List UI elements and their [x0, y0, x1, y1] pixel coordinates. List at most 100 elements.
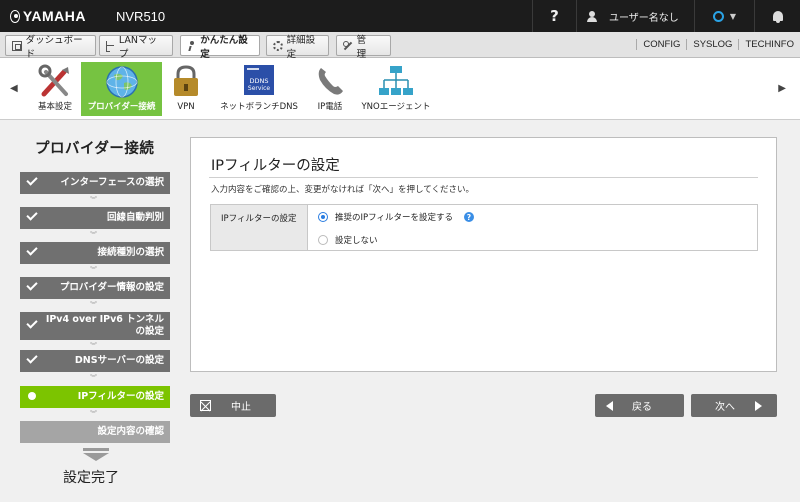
globe-icon — [105, 66, 138, 98]
radio-no-filter[interactable] — [318, 235, 328, 245]
wizard-basic-settings[interactable]: 基本設定 — [33, 62, 77, 116]
techinfo-link[interactable]: TECHINFO — [738, 39, 800, 50]
status-menu[interactable]: ▼ — [694, 0, 754, 32]
network-icon — [379, 66, 413, 95]
nav-dashboard[interactable]: ダッシュボード — [5, 35, 96, 60]
wizard-ip-phone[interactable]: IP電話 — [310, 62, 350, 116]
main-nav: ダッシュボード LANマップ かんたん設定 詳細設定 管 理 CONFIG SY… — [0, 32, 800, 60]
step-separator-icon: ︾ — [90, 196, 97, 204]
nav-management[interactable]: 管 理 — [336, 35, 391, 60]
nav-lan-map[interactable]: LANマップ — [99, 35, 173, 60]
step-label: IPv4 over IPv6 トンネル の設定 — [46, 312, 164, 340]
page-description: 入力内容をご確認の上、変更がなければ「次へ」を押してください。 — [211, 185, 474, 195]
step-interface-selection: インターフェースの選択 — [20, 172, 170, 194]
step-separator-icon: ︾ — [90, 301, 97, 309]
help-button[interactable]: ? — [532, 0, 576, 32]
step-label: プロバイダー情報の設定 — [59, 282, 164, 293]
model-name: NVR510 — [116, 8, 166, 24]
step-connection-type: 接続種別の選択 — [20, 242, 170, 264]
wizard-sidebar: プロバイダー接続 インターフェースの選択 ︾ 回線自動判別 ︾ 接続種別の選択 … — [0, 121, 178, 502]
wizard-basic-settings-label: 基本設定 — [37, 102, 72, 112]
nav-easy-setup-label: かんたん設定 — [200, 34, 248, 60]
lock-icon — [174, 65, 198, 96]
step-dns-server: DNSサーバーの設定 — [20, 350, 170, 372]
page-title: IPフィルターの設定 — [211, 158, 340, 174]
step-provider-info: プロバイダー情報の設定 — [20, 277, 170, 299]
checkmark-icon — [26, 352, 38, 364]
wizard-ip-phone-label: IP電話 — [317, 102, 343, 112]
nav-lan-map-label: LANマップ — [118, 34, 158, 60]
tools-icon — [38, 64, 69, 97]
step-label: インターフェースの選択 — [60, 177, 164, 188]
sidebar-title: プロバイダー接続 — [35, 141, 155, 157]
notification-button[interactable] — [754, 0, 800, 32]
user-menu[interactable]: ユーザー名なし — [576, 0, 694, 32]
cancel-button[interactable]: 中止 — [190, 394, 276, 417]
user-icon — [587, 10, 597, 22]
bell-icon — [772, 11, 783, 23]
nav-management-label: 管 理 — [356, 34, 376, 60]
option-no-filter-label: 設定しない — [335, 236, 378, 246]
cancel-icon — [200, 400, 211, 411]
next-button[interactable]: 次へ — [691, 394, 777, 417]
completion-label: 設定完了 — [63, 470, 119, 486]
top-bar: YAMAHA NVR510 ? ユーザー名なし ▼ — [0, 0, 800, 32]
wizard-vpn[interactable]: VPN — [168, 62, 204, 116]
next-arrow-icon — [755, 400, 762, 411]
user-name: ユーザー名なし — [609, 12, 679, 24]
yamaha-mark-icon — [10, 9, 20, 23]
step-separator-icon: ︾ — [90, 410, 97, 418]
step-separator-icon: ︾ — [90, 342, 97, 350]
option-recommended-filter[interactable]: 推奨のIPフィルターを設定する ? — [318, 211, 474, 223]
step-label: DNSサーバーの設定 — [74, 355, 164, 366]
option-no-filter[interactable]: 設定しない — [318, 234, 378, 246]
step-ipv4-over-ipv6: IPv4 over IPv6 トンネル の設定 — [20, 312, 170, 340]
wizard-provider-connection-label: プロバイダー接続 — [87, 102, 156, 112]
scroll-right-arrow-icon[interactable]: ▶ — [778, 83, 786, 94]
checkmark-icon — [26, 209, 38, 221]
down-arrow-icon — [83, 448, 109, 461]
current-step-dot-icon — [28, 392, 36, 400]
wizard-bar: ◀ 基本設定 プロバイダー接続 VPN DDNS Service ネットボランチ… — [0, 58, 800, 120]
wizard-yno-agent[interactable]: YNOエージェント — [358, 62, 434, 116]
cancel-button-label: 中止 — [231, 402, 251, 413]
lan-map-icon — [106, 40, 115, 52]
help-icon[interactable]: ? — [463, 212, 474, 222]
step-label-line1: IPv4 over IPv6 トンネル — [45, 314, 164, 325]
scroll-left-arrow-icon[interactable]: ◀ — [10, 83, 18, 94]
chevron-down-icon: ▼ — [729, 11, 737, 21]
option-recommended-filter-label: 推奨のIPフィルターを設定する — [335, 213, 453, 223]
title-divider — [209, 177, 758, 178]
ip-filter-form: IPフィルターの設定 推奨のIPフィルターを設定する ? 設定しない — [210, 204, 758, 251]
step-separator-icon: ︾ — [90, 231, 97, 239]
wizard-vpn-label: VPN — [177, 102, 195, 112]
step-confirm-settings: 設定内容の確認 — [20, 421, 170, 443]
gear-icon — [273, 40, 283, 51]
radio-recommended-filter[interactable] — [318, 212, 328, 222]
brand-name: YAMAHA — [22, 8, 86, 24]
wizard-yno-agent-label: YNOエージェント — [361, 102, 431, 112]
step-line-auto-detect: 回線自動判別 — [20, 207, 170, 229]
nav-advanced-settings[interactable]: 詳細設定 — [266, 35, 329, 60]
svg-text:Service: Service — [248, 85, 270, 92]
dashboard-icon — [12, 40, 22, 51]
back-button[interactable]: 戻る — [595, 394, 684, 417]
nav-easy-setup[interactable]: かんたん設定 — [180, 35, 260, 60]
svg-text:DDNS: DDNS — [250, 77, 269, 85]
step-separator-icon: ︾ — [90, 374, 97, 382]
status-ring-icon — [712, 10, 724, 22]
wizard-netvolante-dns[interactable]: DDNS Service ネットボランチDNS — [218, 62, 300, 116]
phone-icon — [318, 68, 343, 95]
config-link[interactable]: CONFIG — [636, 39, 686, 50]
step-label: IPフィルターの設定 — [77, 391, 164, 402]
wizard-provider-connection[interactable]: プロバイダー接続 — [81, 62, 162, 116]
step-label-line2: の設定 — [135, 326, 164, 337]
syslog-link[interactable]: SYSLOG — [686, 39, 738, 50]
wizard-netvolante-dns-label: ネットボランチDNS — [220, 102, 298, 112]
checkmark-icon — [26, 279, 38, 291]
nav-advanced-settings-label: 詳細設定 — [286, 34, 316, 60]
checkmark-icon — [26, 317, 38, 329]
dns-service-icon: DDNS Service — [244, 65, 274, 95]
yamaha-logo: YAMAHA — [0, 8, 86, 24]
checkmark-icon — [26, 244, 38, 256]
